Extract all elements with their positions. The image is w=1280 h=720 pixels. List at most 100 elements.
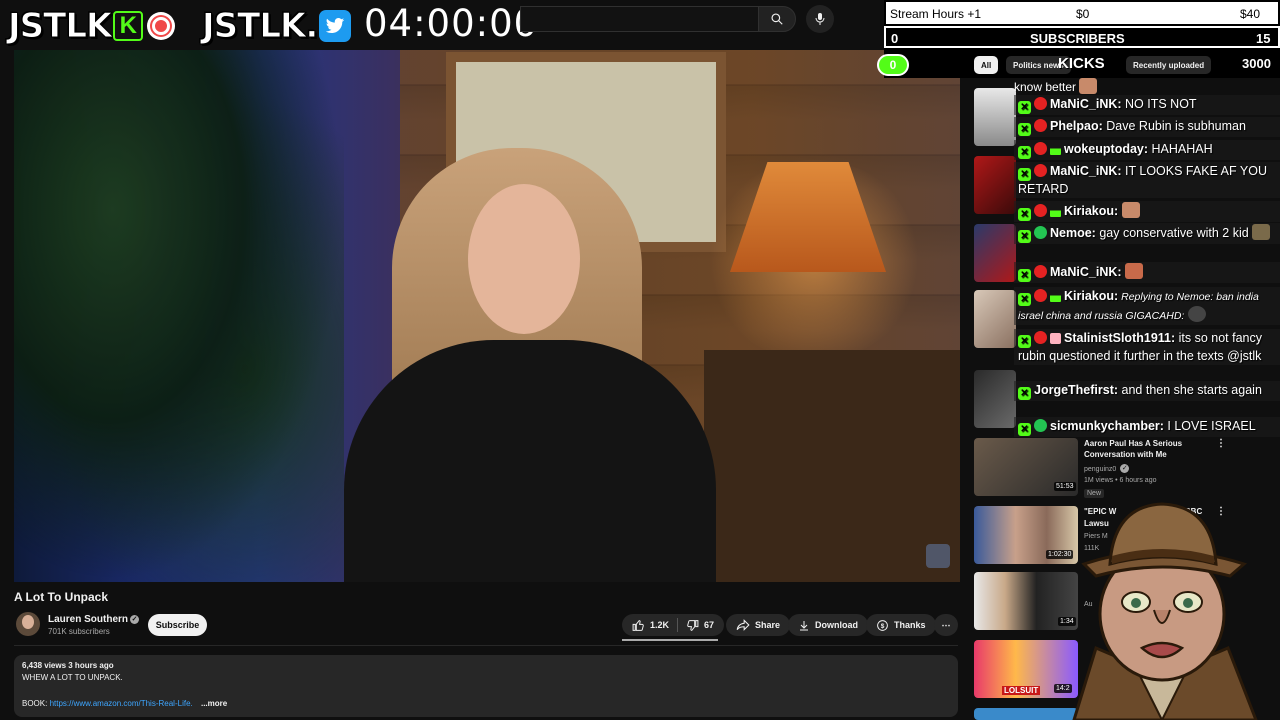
share-label: Share <box>755 620 781 630</box>
dislike-count[interactable]: 67 <box>704 620 714 630</box>
views-and-date: 6,438 views 3 hours ago <box>22 661 114 670</box>
green-badge-icon <box>1034 419 1047 432</box>
thumbs-down-icon[interactable] <box>686 619 699 632</box>
share-icon <box>736 619 750 631</box>
sidebar-thumbnail[interactable] <box>974 88 1016 146</box>
thanks-icon: $ <box>877 619 888 631</box>
emote-icon <box>1252 224 1271 240</box>
sub-badge-icon <box>1050 206 1061 217</box>
red-badge-icon <box>1034 142 1047 155</box>
detective-mascot-illustration <box>1072 502 1258 720</box>
kick-badge-icon: ✕ <box>1018 123 1031 136</box>
voice-search-button[interactable] <box>806 5 834 33</box>
green-badge-icon <box>1034 226 1047 239</box>
thumbs-up-icon[interactable] <box>632 619 645 632</box>
record-icon <box>147 12 176 40</box>
sidebar-thumbnail-cnn[interactable] <box>974 156 1016 214</box>
description-box[interactable]: 6,438 views 3 hours ago WHEW A LOT TO UN… <box>14 655 958 717</box>
brand-left-text: JSTLK <box>7 6 112 47</box>
search-input[interactable] <box>520 6 758 32</box>
thanks-button[interactable]: $ Thanks <box>866 614 936 636</box>
recommended-channel[interactable]: penguinz0 ✓ <box>1084 464 1130 475</box>
like-ratio-bar <box>622 639 718 641</box>
search-icon <box>771 13 783 25</box>
chat-message: ✕ MaNiC_iNK: NO ITS NOT <box>1014 95 1280 115</box>
kick-badge-icon: ✕ <box>1018 230 1031 243</box>
kicks-label: KICKS <box>1058 55 1105 72</box>
new-badge: New <box>1084 489 1105 498</box>
jstlk-kick-logo: JSTLK K <box>7 6 176 47</box>
chat-message: ✕ Phelpao: Dave Rubin is subhuman <box>1014 117 1280 137</box>
download-label: Download <box>815 620 858 630</box>
chat-message: ✕ Kiriakou: <box>1014 201 1280 222</box>
more-actions-button[interactable]: ⋯ <box>934 614 958 636</box>
subs-label: SUBSCRIBERS <box>1030 31 1125 46</box>
more-vertical-icon[interactable]: ⋮ <box>1216 438 1226 449</box>
thanks-label: Thanks <box>894 620 926 630</box>
subs-goal: 15 <box>1256 31 1271 46</box>
video-duration: 51:53 <box>1054 482 1076 491</box>
presenter-body <box>344 340 716 582</box>
verified-icon: ✓ <box>1120 464 1130 473</box>
money-goal: $40 <box>1240 7 1261 21</box>
download-icon <box>800 620 808 630</box>
more-horizontal-icon: ⋯ <box>941 619 951 630</box>
video-player[interactable] <box>14 50 960 582</box>
red-badge-icon <box>1034 289 1047 302</box>
verified-icon: ✓ <box>130 615 140 624</box>
kick-badge-icon: ✕ <box>1018 101 1031 114</box>
chat-message: ✕ MaNiC_iNK: <box>1014 262 1280 283</box>
kick-badge-icon: ✕ <box>1018 387 1031 400</box>
sidebar-thumbnail-cnn-2[interactable] <box>974 224 1016 282</box>
chip-recently-uploaded[interactable]: Recently uploaded <box>1126 56 1212 74</box>
recommended-title[interactable]: Aaron Paul Has A Serious Conversation wi… <box>1084 438 1212 460</box>
channel-avatar[interactable] <box>16 612 40 636</box>
book-link[interactable]: https://www.amazon.com/This-Real-Life. <box>50 699 193 708</box>
subs-count: 0 <box>891 31 899 46</box>
plant <box>14 50 344 582</box>
search-button[interactable] <box>758 6 796 32</box>
red-badge-icon <box>1034 119 1047 132</box>
book-label: BOOK: <box>22 699 48 708</box>
chat-message: ✕ sicmunkychamber: I LOVE ISRAEL <box>1014 417 1280 437</box>
gift-badge-icon <box>1050 333 1061 344</box>
emote-icon <box>1121 202 1140 218</box>
filter-chip-bar: All Politics news Recently uploaded <box>970 54 1280 76</box>
download-button[interactable]: Download <box>788 614 868 636</box>
twitter-icon <box>319 10 352 42</box>
microphone-icon <box>815 13 825 25</box>
brand-right-text: JSTLK. <box>201 6 318 47</box>
stream-hours-label: Stream Hours +1 <box>890 7 982 21</box>
sidebar-thumbnail[interactable] <box>974 370 1016 428</box>
show-more-link[interactable]: ...more <box>201 699 227 708</box>
kick-badge-icon: ✕ <box>1018 335 1031 348</box>
like-dislike-group: 1.2K 67 <box>622 614 725 636</box>
chat-message: ✕ JorgeThefirst: and then she starts agai… <box>1014 381 1280 401</box>
chat-message: ✕ wokeuptoday: HAHAHAH <box>1014 140 1280 160</box>
share-button[interactable]: Share <box>726 614 791 636</box>
video-title: A Lot To Unpack <box>14 590 108 604</box>
channel-watermark-icon[interactable] <box>926 544 950 568</box>
kick-badge-icon: ✕ <box>1018 146 1031 159</box>
like-count[interactable]: 1.2K <box>650 620 669 630</box>
sidebar-thumbnail[interactable] <box>974 290 1016 348</box>
emote-icon <box>1125 263 1144 279</box>
red-badge-icon <box>1034 164 1047 177</box>
jstlk-twitter-logo: JSTLK. <box>201 6 352 47</box>
money-current: $0 <box>1076 7 1090 21</box>
red-badge-icon <box>1034 97 1047 110</box>
kick-icon: K <box>113 11 144 41</box>
stream-hours-goal: Stream Hours +1 $0 $40 <box>884 0 1280 26</box>
chat-message: ✕ StalinistSloth1911: its so not fancy ru… <box>1014 329 1280 365</box>
chat-message: ✕ Nemoe: gay conservative with 2 kid <box>1014 223 1280 244</box>
subscribers-goal: 0 SUBSCRIBERS 15 <box>884 26 1280 48</box>
red-badge-icon <box>1034 204 1047 217</box>
subscribe-button[interactable]: Subscribe <box>148 614 207 636</box>
kick-badge-icon: ✕ <box>1018 208 1031 221</box>
chip-all[interactable]: All <box>974 56 999 74</box>
dresser <box>704 350 960 582</box>
chat-partial-message: know better <box>1014 78 1098 94</box>
emote-icon <box>1079 78 1098 94</box>
channel-name[interactable]: Lauren Southern ✓ <box>48 614 140 625</box>
kick-badge-icon: ✕ <box>1018 168 1031 181</box>
